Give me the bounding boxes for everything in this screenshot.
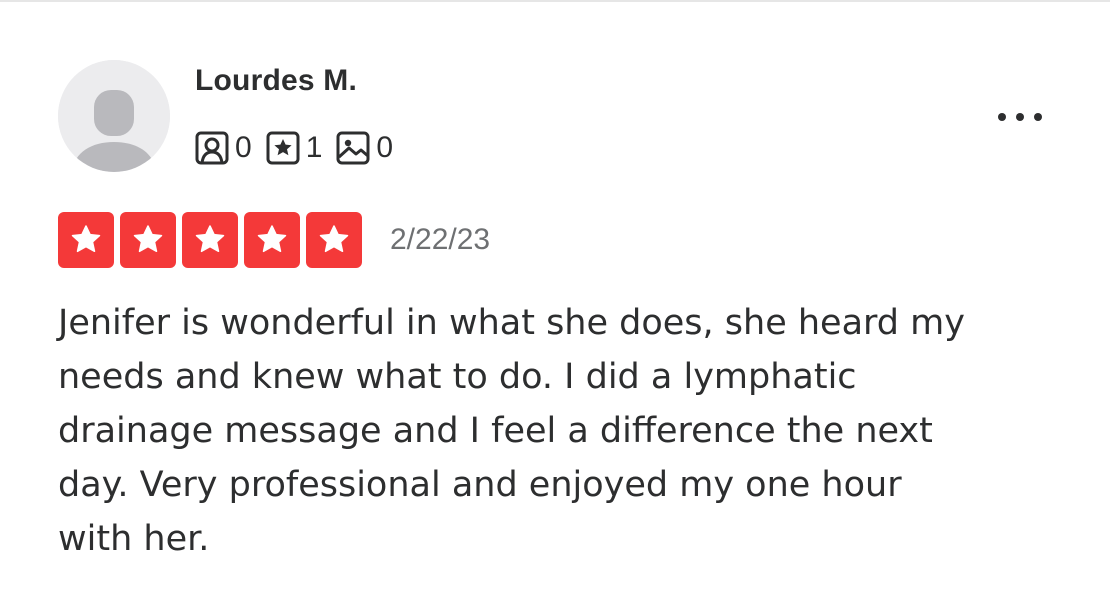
star-icon (319, 225, 349, 253)
top-divider (0, 0, 1110, 2)
star-icon (195, 225, 225, 253)
rating-star-1 (58, 212, 114, 268)
rating-star-3 (182, 212, 238, 268)
more-options-button[interactable] (985, 100, 1055, 134)
friends-count: 0 (235, 131, 252, 164)
more-options-icon (998, 113, 1042, 121)
star-rating (58, 212, 368, 268)
photos-count: 0 (376, 131, 394, 164)
reviews-stat: 1 (266, 131, 323, 165)
rating-star-4 (244, 212, 300, 268)
rating-star-5 (306, 212, 362, 268)
default-user-avatar-icon (58, 60, 170, 172)
friends-icon (195, 131, 229, 165)
reviews-star-icon (266, 131, 300, 165)
user-avatar[interactable] (58, 60, 170, 172)
user-stats: 0 1 0 (195, 128, 407, 168)
review-date: 2/22/23 (390, 223, 491, 256)
reviews-count: 1 (305, 131, 323, 164)
friends-stat: 0 (195, 131, 252, 165)
photos-stat: 0 (336, 131, 393, 165)
star-icon (133, 225, 163, 253)
star-icon (257, 225, 287, 253)
star-icon (71, 225, 101, 253)
user-name[interactable]: Lourdes M. (195, 64, 357, 98)
rating-star-2 (120, 212, 176, 268)
photos-icon (336, 131, 370, 165)
review-text: Jenifer is wonderful in what she does, s… (58, 303, 965, 559)
